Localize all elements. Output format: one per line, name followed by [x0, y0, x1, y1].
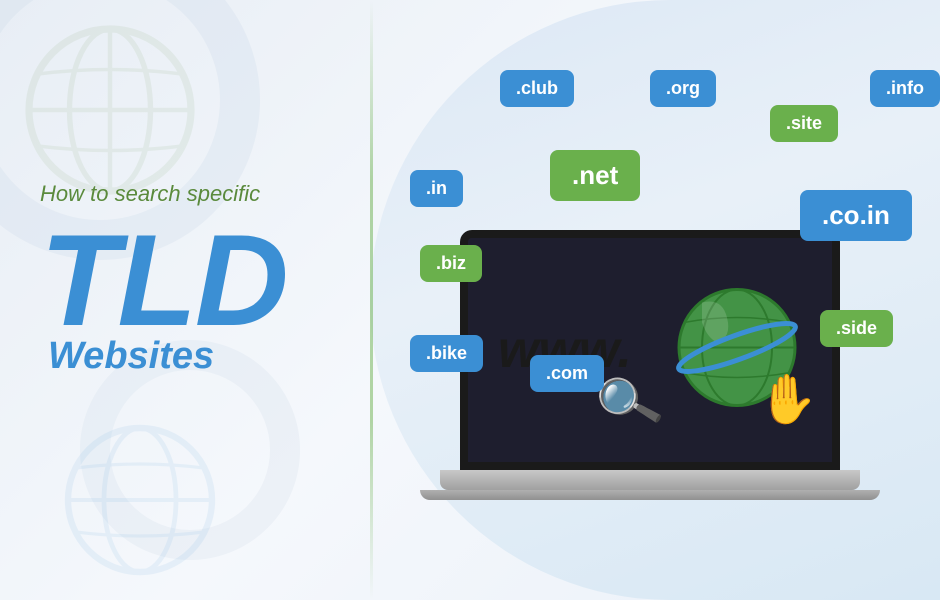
laptop-screen-inner: www. 🔍 — [468, 238, 832, 462]
badge-side: .side — [820, 310, 893, 347]
laptop: www. 🔍 — [460, 230, 840, 500]
laptop-area: .club .org .site .info .in .net .co.in .… — [380, 60, 920, 560]
badge-biz: .biz — [420, 245, 482, 282]
subtitle-text: How to search specific — [40, 180, 287, 209]
badge-bike: .bike — [410, 335, 483, 372]
badge-org: .org — [650, 70, 716, 107]
badge-in: .in — [410, 170, 463, 207]
badge-com: .com — [530, 355, 604, 392]
badge-coin: .co.in — [800, 190, 912, 241]
laptop-base — [440, 470, 860, 490]
green-separator — [370, 0, 373, 600]
watermark-globe-topleft — [20, 20, 200, 200]
watermark-globe-bottomleft — [60, 420, 220, 580]
left-content: How to search specific TLD Websites — [40, 180, 287, 378]
hand-cursor-icon: 🤚 — [757, 371, 817, 428]
badge-club: .club — [500, 70, 574, 107]
badge-net: .net — [550, 150, 640, 201]
tld-heading: TLD — [40, 215, 287, 345]
laptop-screen: www. 🔍 — [460, 230, 840, 470]
laptop-foot — [420, 490, 880, 500]
globe-container: 🤚 — [672, 283, 802, 418]
badge-info: .info — [870, 70, 940, 107]
badge-site: .site — [770, 105, 838, 142]
